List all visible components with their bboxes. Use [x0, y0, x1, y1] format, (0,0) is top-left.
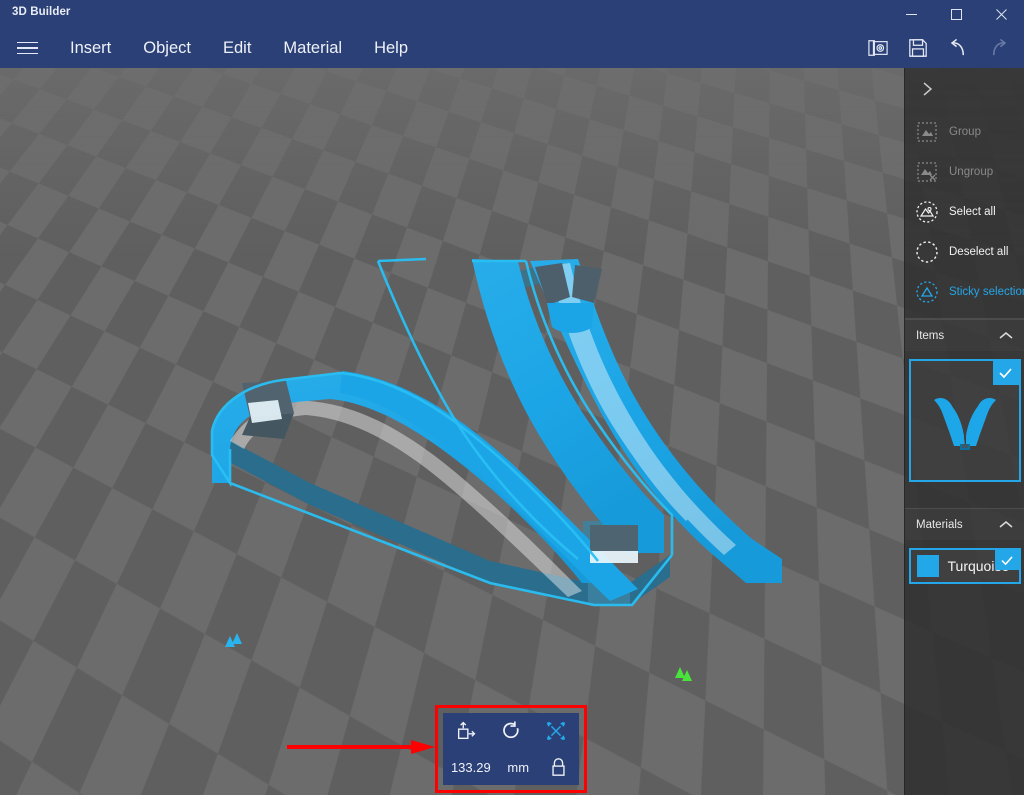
- train-track-switch-model[interactable]: [190, 253, 782, 633]
- move-object-icon: [455, 720, 477, 742]
- sidebar-item-sticky-selection[interactable]: Sticky selection: [905, 272, 1024, 312]
- sidebar-collapse-button[interactable]: [905, 68, 1024, 112]
- materials-section-title: Materials: [916, 518, 963, 531]
- material-color-swatch: [916, 555, 939, 577]
- items-section-title: Items: [916, 329, 945, 342]
- title-bar-tools: [858, 28, 1018, 68]
- check-icon: [1000, 555, 1014, 566]
- redo-arrow-icon: [988, 38, 1009, 59]
- transform-toolbar: 133.29 mm: [443, 713, 579, 785]
- lock-aspect-ratio-icon: [549, 757, 568, 777]
- sidebar-item-ungroup[interactable]: Ungroup: [905, 152, 1024, 192]
- sidebar-item-sticky-selection-label: Sticky selection: [949, 286, 1024, 298]
- chevron-right-icon: [921, 80, 935, 101]
- checkerboard-floor: [0, 68, 1024, 100]
- check-icon: [998, 367, 1013, 379]
- menu-item-edit[interactable]: Edit: [207, 28, 267, 68]
- rotate-object-icon: [500, 720, 522, 742]
- minimize-icon: [906, 9, 917, 20]
- move-tool-button[interactable]: [443, 713, 488, 749]
- material-card-turquoise[interactable]: Turquoise: [908, 548, 1021, 584]
- transform-toolbar-mode-row: [443, 713, 579, 749]
- sidebar-item-group[interactable]: Group: [905, 112, 1024, 152]
- maximize-button[interactable]: [934, 0, 979, 28]
- save-button[interactable]: [898, 28, 938, 68]
- title-bar: 3D Builder Insert Object Edit Material H…: [0, 0, 1024, 68]
- save-disk-icon: [908, 38, 928, 58]
- item-selected-checkmark[interactable]: [992, 361, 1019, 385]
- menu-item-help-label: Help: [374, 38, 409, 57]
- axis-marker-green: [672, 664, 698, 684]
- maximize-icon: [951, 8, 962, 20]
- menu-item-material[interactable]: Material: [267, 28, 358, 68]
- screenshot-button[interactable]: [858, 28, 898, 68]
- redo-button[interactable]: [978, 28, 1018, 68]
- menu-item-object[interactable]: Object: [127, 28, 207, 68]
- window-controls: [889, 0, 1024, 28]
- group-icon: [914, 119, 940, 145]
- camera-icon: [867, 38, 889, 58]
- close-button[interactable]: [979, 0, 1024, 28]
- material-selected-checkmark[interactable]: [994, 550, 1019, 570]
- app-window: Group Ungroup Select all Deselect all St…: [0, 0, 1024, 795]
- menu-item-object-label: Object: [143, 38, 191, 57]
- close-icon: [996, 8, 1007, 20]
- sidebar-item-deselect-all[interactable]: Deselect all: [905, 232, 1024, 272]
- menu-bar: Insert Object Edit Material Help: [0, 28, 424, 68]
- select-all-icon: [914, 199, 940, 225]
- ungroup-icon: [914, 159, 940, 185]
- red-pointer-arrow: [287, 739, 439, 755]
- unit-selector[interactable]: mm: [499, 749, 538, 785]
- sidebar-item-select-all-label: Select all: [949, 206, 996, 218]
- menu-item-insert-label: Insert: [70, 38, 112, 57]
- scale-value-input[interactable]: 133.29: [443, 749, 499, 785]
- deselect-all-icon: [914, 239, 940, 265]
- chevron-up-icon[interactable]: [998, 520, 1014, 530]
- sidebar-section-items[interactable]: Items: [905, 319, 1024, 351]
- sidebar-item-ungroup-label: Ungroup: [949, 166, 994, 178]
- undo-button[interactable]: [938, 28, 978, 68]
- right-sidebar: Group Ungroup Select all Deselect all St…: [904, 68, 1024, 795]
- 3d-viewport[interactable]: [0, 68, 1024, 795]
- sidebar-item-select-all[interactable]: Select all: [905, 192, 1024, 232]
- minimize-button[interactable]: [889, 0, 934, 28]
- menu-item-insert[interactable]: Insert: [54, 28, 127, 68]
- scale-tool-button[interactable]: [534, 713, 579, 749]
- sidebar-item-group-label: Group: [949, 126, 981, 138]
- lock-aspect-ratio-button[interactable]: [538, 749, 579, 785]
- chevron-up-icon[interactable]: [998, 331, 1014, 341]
- scale-object-icon: [545, 720, 567, 742]
- undo-arrow-icon: [948, 38, 969, 59]
- menu-item-help[interactable]: Help: [358, 28, 424, 68]
- scale-value-text: 133.29: [450, 759, 491, 775]
- transform-toolbar-value-row: 133.29 mm: [443, 749, 579, 785]
- item-card-selected[interactable]: [908, 359, 1021, 482]
- app-title: 3D Builder: [12, 6, 71, 18]
- hamburger-menu-button[interactable]: [0, 28, 54, 68]
- axis-marker-blue: [218, 630, 244, 650]
- menu-item-edit-label: Edit: [222, 38, 252, 57]
- sidebar-item-deselect-all-label: Deselect all: [949, 246, 1009, 258]
- sidebar-section-materials[interactable]: Materials: [905, 508, 1024, 540]
- menu-item-material-label: Material: [283, 38, 343, 57]
- rotate-tool-button[interactable]: [488, 713, 533, 749]
- unit-label: mm: [507, 759, 530, 775]
- sticky-selection-icon: [914, 279, 940, 305]
